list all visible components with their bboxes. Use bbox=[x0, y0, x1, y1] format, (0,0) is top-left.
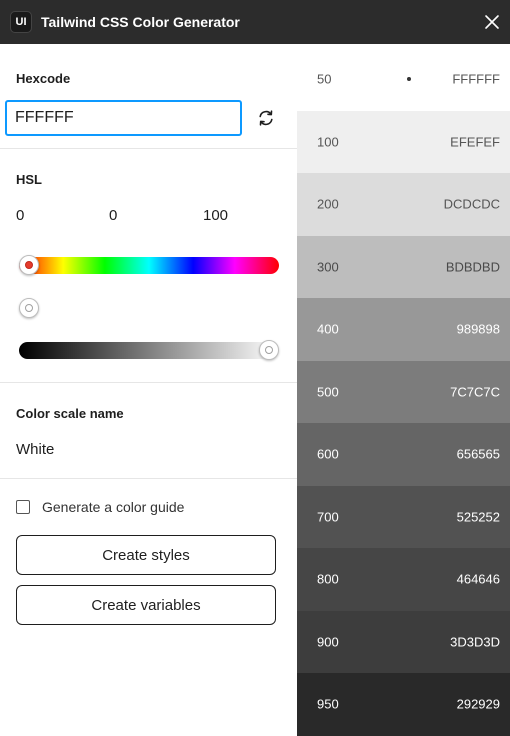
swatch-shade-label: 950 bbox=[317, 696, 339, 712]
color-scale-name-value[interactable]: White bbox=[16, 441, 54, 458]
hue-handle-dot bbox=[25, 261, 33, 269]
swatch-shade-label: 700 bbox=[317, 509, 339, 525]
hue-slider-handle[interactable] bbox=[19, 255, 39, 275]
hexcode-label: Hexcode bbox=[16, 71, 71, 86]
hsl-label: HSL bbox=[16, 172, 42, 187]
color-guide-label[interactable]: Generate a color guide bbox=[42, 499, 184, 515]
saturation-value: 0 bbox=[109, 207, 118, 224]
lightness-slider[interactable] bbox=[19, 342, 279, 359]
app-icon: UI bbox=[10, 11, 32, 33]
hue-slider[interactable] bbox=[19, 257, 279, 274]
swatch-shade-label: 200 bbox=[317, 196, 339, 212]
lightness-value: 100 bbox=[203, 207, 229, 224]
swatch-shade-label: 500 bbox=[317, 384, 339, 400]
swatch-shade-label: 800 bbox=[317, 571, 339, 587]
swatch-hex-value: 464646 bbox=[456, 571, 500, 587]
color-swatch-500[interactable]: 500 7C7C7C bbox=[297, 360, 510, 423]
swatch-hex-value: BDBDBD bbox=[445, 259, 500, 275]
color-swatch-300[interactable]: 300 BDBDBD bbox=[297, 235, 510, 298]
swatch-hex-value: 525252 bbox=[456, 509, 500, 525]
swatch-hex-value: DCDCDC bbox=[443, 196, 500, 212]
color-swatch-900[interactable]: 900 3D3D3D bbox=[297, 610, 510, 673]
hexcode-input[interactable] bbox=[5, 100, 242, 136]
title-bar: UI Tailwind CSS Color Generator bbox=[0, 0, 510, 44]
swatch-shade-label: 900 bbox=[317, 634, 339, 650]
create-variables-button[interactable]: Create variables bbox=[16, 585, 276, 625]
swatch-hex-value: FFFFFF bbox=[452, 71, 500, 87]
color-swatch-950[interactable]: 950 292929 bbox=[297, 673, 510, 736]
hue-value: 0 bbox=[16, 207, 25, 224]
refresh-button[interactable] bbox=[255, 107, 277, 129]
selected-indicator-dot bbox=[407, 77, 411, 82]
swatch-hex-value: 656565 bbox=[456, 446, 500, 462]
lightness-slider-handle[interactable] bbox=[259, 340, 279, 360]
window-title: Tailwind CSS Color Generator bbox=[41, 14, 240, 30]
close-button[interactable] bbox=[482, 12, 502, 32]
color-swatch-800[interactable]: 800 464646 bbox=[297, 548, 510, 611]
color-swatch-700[interactable]: 700 525252 bbox=[297, 485, 510, 548]
swatch-shade-label: 50 bbox=[317, 71, 332, 87]
saturation-slider-handle[interactable] bbox=[19, 298, 39, 318]
swatch-shade-label: 400 bbox=[317, 321, 339, 337]
swatch-hex-value: 989898 bbox=[456, 321, 500, 337]
swatch-hex-value: EFEFEF bbox=[450, 134, 500, 150]
close-icon bbox=[485, 15, 499, 29]
color-swatch-200[interactable]: 200 DCDCDC bbox=[297, 173, 510, 236]
color-swatch-50[interactable]: 50 FFFFFF bbox=[297, 48, 510, 111]
swatch-hex-value: 7C7C7C bbox=[450, 384, 500, 400]
color-scale-name-label: Color scale name bbox=[16, 406, 124, 421]
refresh-icon bbox=[259, 110, 273, 126]
color-scale-swatches: 50 FFFFFF 100 EFEFEF 200 DCDCDC 300 BDBDBD 400 98… bbox=[297, 48, 510, 736]
color-swatch-600[interactable]: 600 656565 bbox=[297, 423, 510, 486]
swatch-hex-value: 3D3D3D bbox=[450, 634, 500, 650]
lightness-handle-dot bbox=[265, 346, 273, 354]
swatch-shade-label: 100 bbox=[317, 134, 339, 150]
swatch-hex-value: 292929 bbox=[456, 696, 500, 712]
color-swatch-100[interactable]: 100 EFEFEF bbox=[297, 110, 510, 173]
color-swatch-400[interactable]: 400 989898 bbox=[297, 298, 510, 361]
saturation-handle-dot bbox=[25, 304, 33, 312]
create-styles-button[interactable]: Create styles bbox=[16, 535, 276, 575]
divider bbox=[0, 148, 297, 149]
swatch-shade-label: 300 bbox=[317, 259, 339, 275]
divider bbox=[0, 478, 297, 479]
divider bbox=[0, 382, 297, 383]
settings-panel: Hexcode HSL 0 0 100 Color scale name Whi… bbox=[0, 44, 297, 728]
swatch-shade-label: 600 bbox=[317, 446, 339, 462]
color-guide-checkbox[interactable] bbox=[16, 500, 30, 514]
